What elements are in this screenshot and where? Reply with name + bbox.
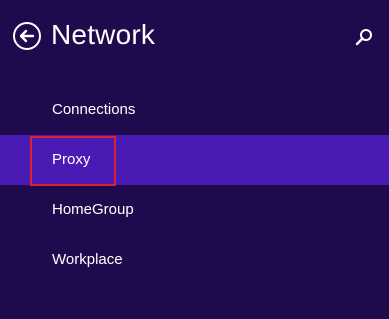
header: Network (0, 0, 389, 80)
nav-item-label: Connections (52, 101, 136, 118)
back-arrow-icon (13, 22, 41, 50)
page-title: Network (51, 19, 156, 50)
highlight-box (30, 136, 116, 186)
search-icon (355, 29, 372, 46)
back-button[interactable] (12, 21, 42, 51)
search-button[interactable] (352, 25, 376, 49)
nav-item-workplace[interactable]: Workplace (0, 235, 389, 285)
nav-item-connections[interactable]: Connections (0, 85, 389, 135)
nav-item-label: HomeGroup (52, 201, 134, 218)
nav-item-homegroup[interactable]: HomeGroup (0, 185, 389, 235)
nav-item-label: Workplace (52, 251, 123, 268)
